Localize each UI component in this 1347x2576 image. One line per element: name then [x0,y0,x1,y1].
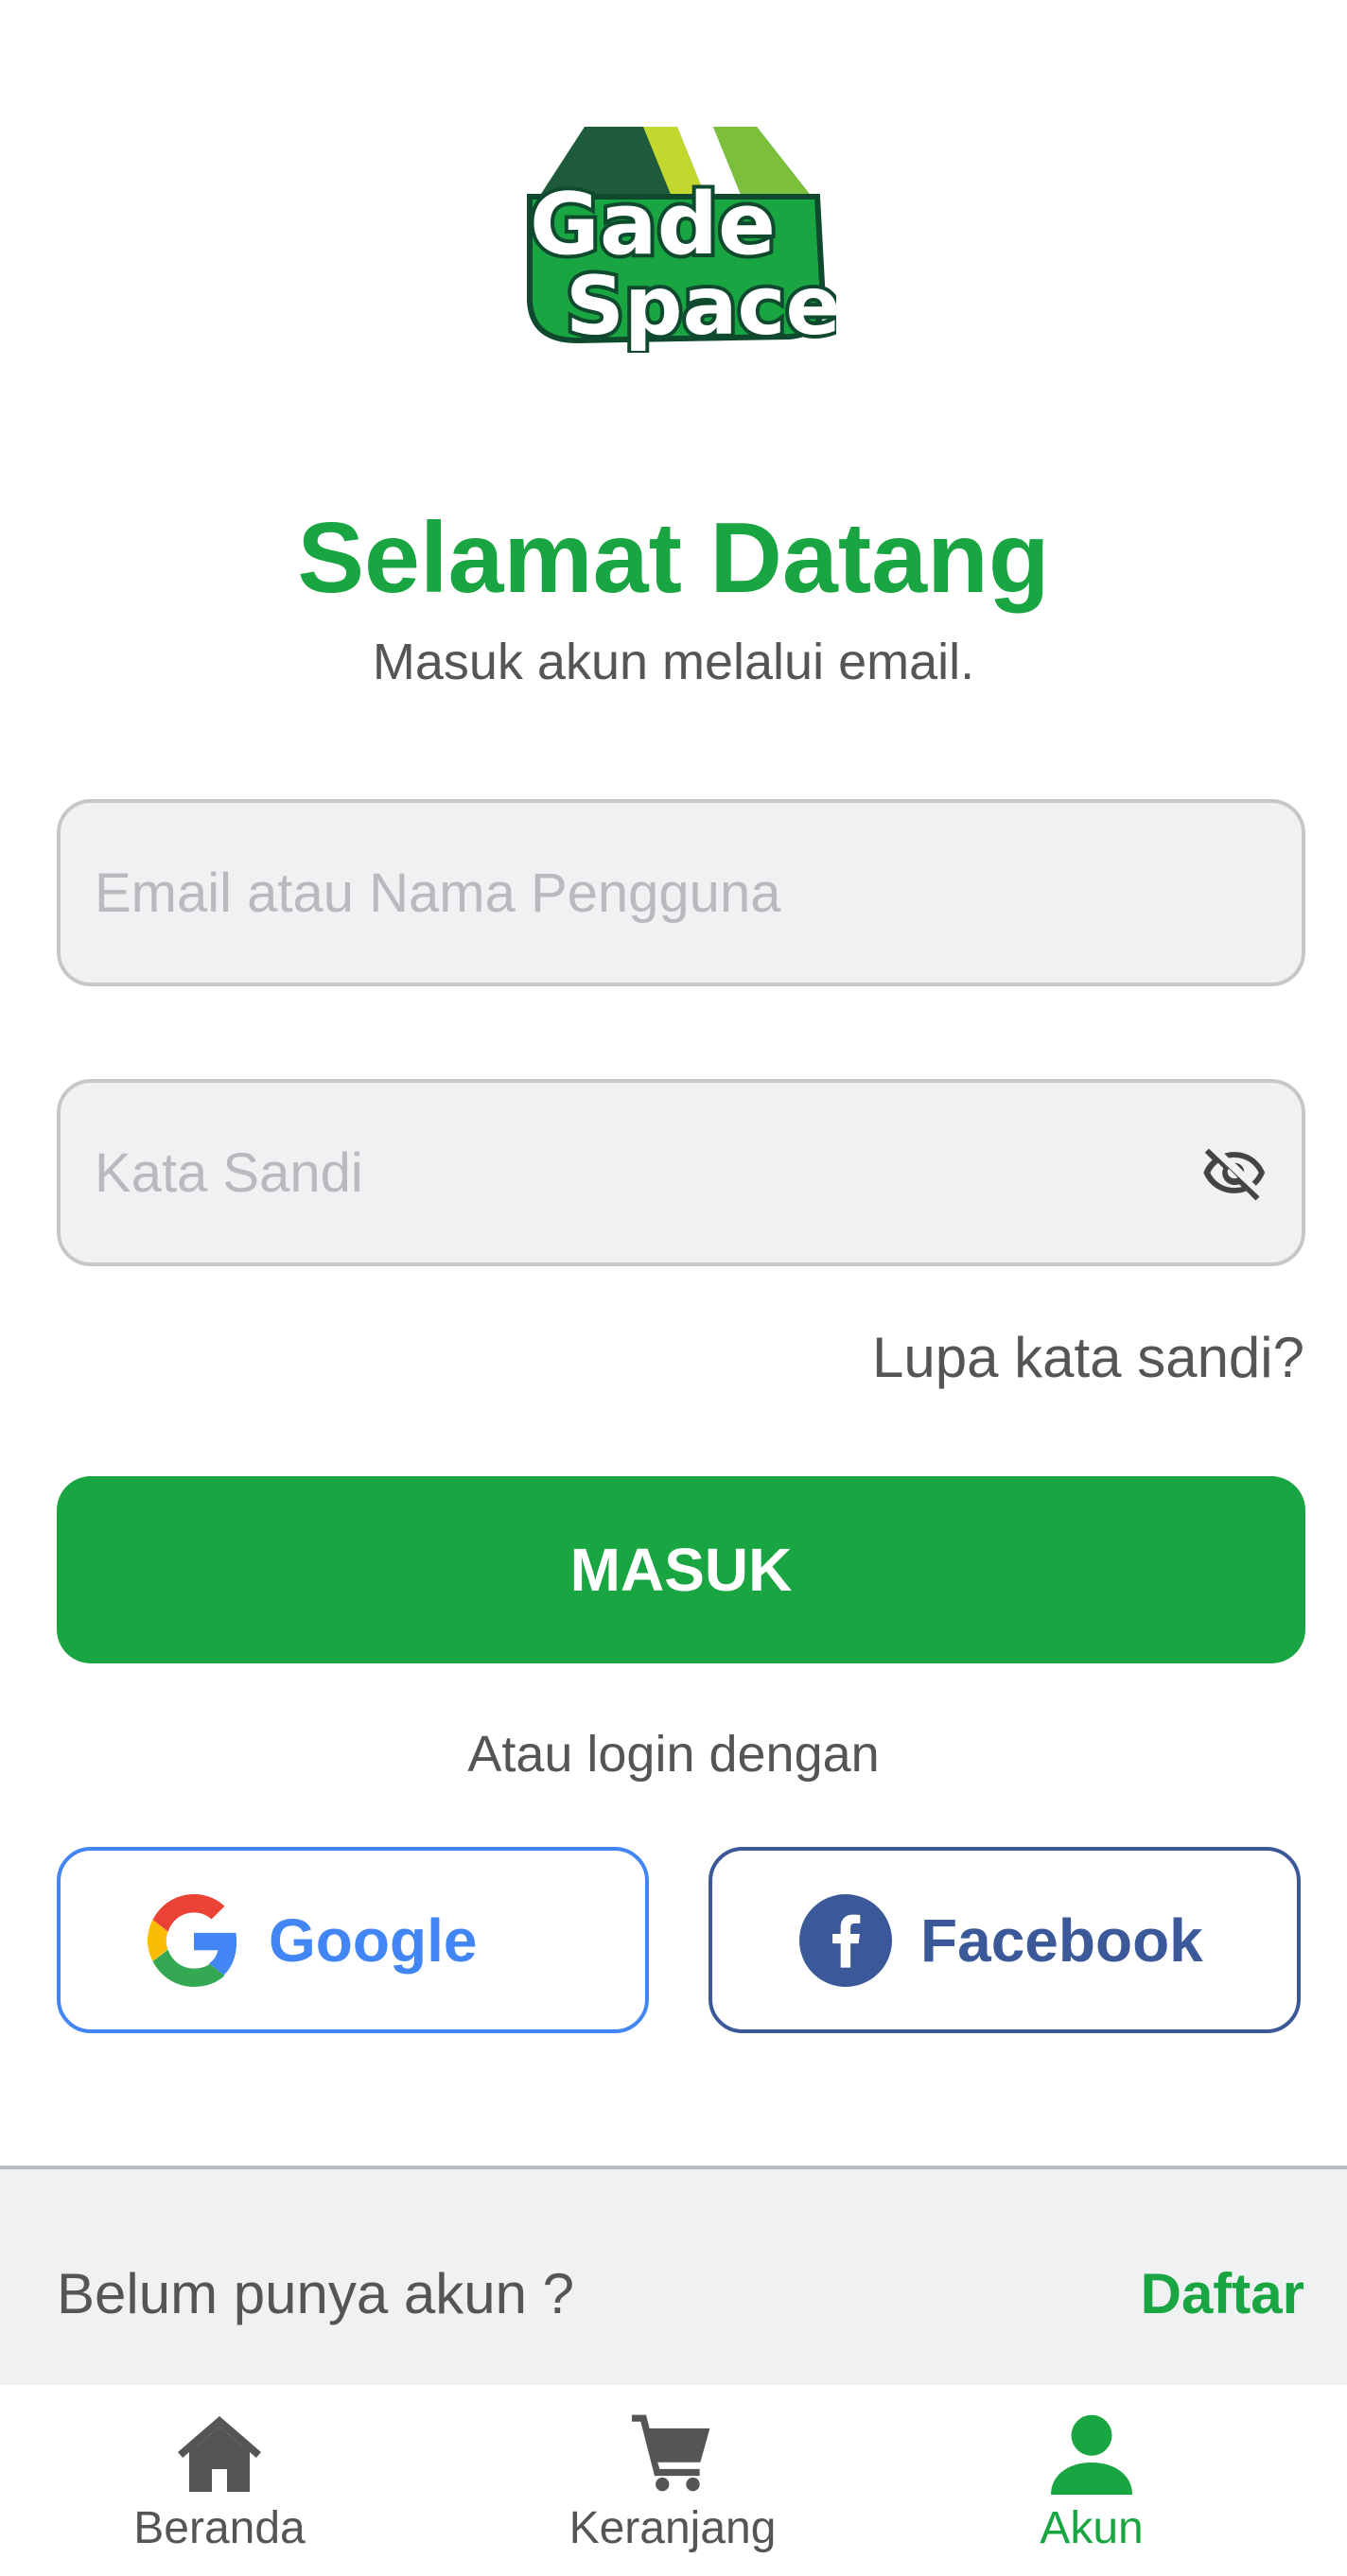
svg-text:Space: Space [566,259,836,353]
eye-off-icon[interactable] [1201,1140,1268,1206]
nav-item-beranda[interactable]: Beranda [78,2385,361,2576]
facebook-label: Facebook [920,1906,1203,1975]
forgot-password-link[interactable]: Lupa kata sandi? [872,1324,1304,1392]
bottom-nav: Beranda Keranjang Akun [0,2385,1347,2576]
page-title: Selamat Datang [297,502,1050,614]
gadespace-logo: Gade Space [526,127,836,353]
user-icon [1051,2414,1132,2495]
password-field-container [57,1079,1305,1266]
nav-label-akun: Akun [1040,2503,1144,2553]
social-divider-text: Atau login dengan [467,1726,880,1783]
google-icon [148,1893,237,1987]
nav-item-akun[interactable]: Akun [950,2385,1233,2576]
signup-bar: Belum punya akun ? Daftar [0,2166,1347,2385]
signup-prompt: Belum punya akun ? [57,2262,575,2325]
nav-label-beranda: Beranda [133,2503,306,2553]
facebook-login-button[interactable]: Facebook [708,1847,1301,2033]
facebook-icon [799,1893,892,1987]
email-field-container [57,799,1305,986]
cart-icon [632,2414,710,2492]
signup-link[interactable]: Daftar [1141,2260,1304,2328]
page-subtitle: Masuk akun melalui email. [372,634,975,690]
email-input[interactable] [95,803,1192,983]
password-input[interactable] [95,1083,1192,1262]
nav-item-keranjang[interactable]: Keranjang [531,2385,814,2576]
google-login-button[interactable]: Google [57,1847,649,2033]
login-button[interactable]: MASUK [57,1476,1305,1663]
home-icon [178,2416,261,2492]
nav-label-keranjang: Keranjang [569,2503,777,2553]
google-label: Google [269,1906,478,1975]
